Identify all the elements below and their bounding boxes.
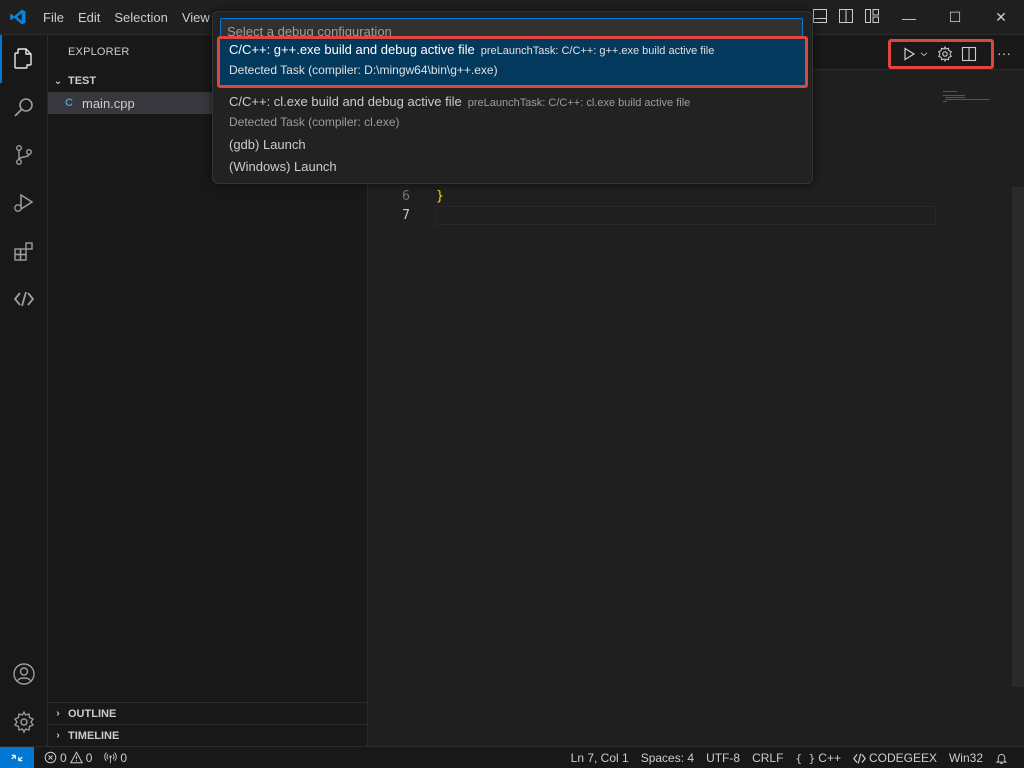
timeline-section[interactable]: › TIMELINE [48,724,368,746]
error-icon [44,751,57,764]
item-description: preLaunchTask: C/C++: g++.exe build acti… [480,45,715,57]
customize-layout-icon[interactable] [864,8,880,24]
ports-status[interactable]: 0 [98,751,133,765]
search-icon[interactable] [0,83,48,131]
sidebar-title: EXPLORER [68,46,130,58]
accounts-icon[interactable] [0,650,48,698]
broadcast-icon [104,752,118,764]
close-button[interactable]: ✕ [978,0,1024,35]
braces-icon: { } [795,751,816,765]
item-label: C/C++: g++.exe build and debug active fi… [229,42,475,57]
codegeex-icon[interactable] [0,275,48,323]
explorer-icon[interactable] [0,35,48,83]
menu-bar: File Edit Selection View [36,0,217,35]
window-controls: — ☐ ✕ [886,0,1024,35]
minimize-button[interactable]: — [886,0,932,35]
item-label: (gdb) Launch [229,137,306,152]
status-right: Ln 7, Col 1 Spaces: 4 UTF-8 CRLF { } C++… [565,747,1014,768]
split-editor-icon[interactable] [961,46,977,62]
cpp-file-icon: C [65,97,73,109]
item-label: C/C++: cl.exe build and debug active fil… [229,94,462,109]
maximize-button[interactable]: ☐ [932,0,978,35]
vscode-logo-icon [10,9,26,25]
source-control-icon[interactable] [0,131,48,179]
current-line-highlight [436,206,936,225]
editor-scrollbar[interactable] [1012,187,1024,687]
warning-count: 0 [85,750,93,765]
codegeex-label: CODEGEEX [868,751,937,765]
item-label: (Windows) Launch [229,159,337,174]
item-detail: Detected Task (compiler: cl.exe) [229,115,400,129]
toggle-panel-icon[interactable] [812,8,828,24]
file-name: main.cpp [82,95,135,111]
codegeex-icon [853,752,866,764]
chevron-down-icon: ⌄ [53,75,63,87]
codegeex-status[interactable]: CODEGEEX [847,751,943,765]
item-description: preLaunchTask: C/C++: cl.exe build activ… [467,97,691,109]
outline-label: OUTLINE [68,707,117,720]
quick-pick-item-gdb[interactable]: (gdb) Launch [217,135,808,155]
run-play-icon[interactable] [901,46,917,62]
debug-config-quick-pick: C/C++: g++.exe build and debug active fi… [212,11,813,184]
activity-bar [0,35,48,746]
warning-icon [69,751,83,764]
debug-settings-gear-icon[interactable] [937,46,953,62]
end-of-line[interactable]: CRLF [746,751,789,765]
remote-indicator-icon[interactable] [0,746,34,768]
menu-view[interactable]: View [175,0,217,35]
quick-pick-item-windows[interactable]: (Windows) Launch [217,157,808,177]
toggle-secondary-sidebar-icon[interactable] [838,8,854,24]
chevron-right-icon: › [56,730,60,741]
problems-status[interactable]: 0 0 [38,751,98,765]
platform[interactable]: Win32 [943,751,989,765]
language-mode[interactable]: { } C++ [789,751,847,765]
code-text: } [436,189,444,204]
error-count: 0 [60,750,67,765]
line-number: 7 [402,208,410,223]
cursor-position[interactable]: Ln 7, Col 1 [565,751,635,765]
line-number: 6 [402,189,410,204]
notifications-bell-icon[interactable] [989,752,1014,765]
quick-pick-item-gpp[interactable]: C/C++: g++.exe build and debug active fi… [217,36,808,88]
minimap[interactable] [943,90,993,110]
timeline-label: TIMELINE [68,729,120,742]
run-dropdown-chevron-icon[interactable] [919,46,929,62]
run-debug-icon[interactable] [0,179,48,227]
menu-edit[interactable]: Edit [71,0,107,35]
language-label: C++ [818,751,841,765]
status-bar: 0 0 0 Ln 7, Col 1 Spaces: 4 UTF-8 CRLF {… [0,746,1024,768]
item-detail: Detected Task (compiler: D:\mingw64\bin\… [229,63,498,77]
menu-selection[interactable]: Selection [107,0,174,35]
indentation[interactable]: Spaces: 4 [635,751,700,765]
folder-name: TEST [68,75,97,87]
layout-controls [812,8,880,24]
ports-count: 0 [120,750,128,765]
quick-pick-item-cl[interactable]: C/C++: cl.exe build and debug active fil… [217,92,808,132]
encoding[interactable]: UTF-8 [700,751,746,765]
chevron-right-icon: › [56,708,60,719]
extensions-icon[interactable] [0,227,48,275]
editor-run-actions [888,39,994,69]
menu-file[interactable]: File [36,0,71,35]
more-actions-button[interactable]: ··· [994,43,1014,63]
outline-section[interactable]: › OUTLINE [48,702,368,724]
manage-gear-icon[interactable] [0,698,48,746]
